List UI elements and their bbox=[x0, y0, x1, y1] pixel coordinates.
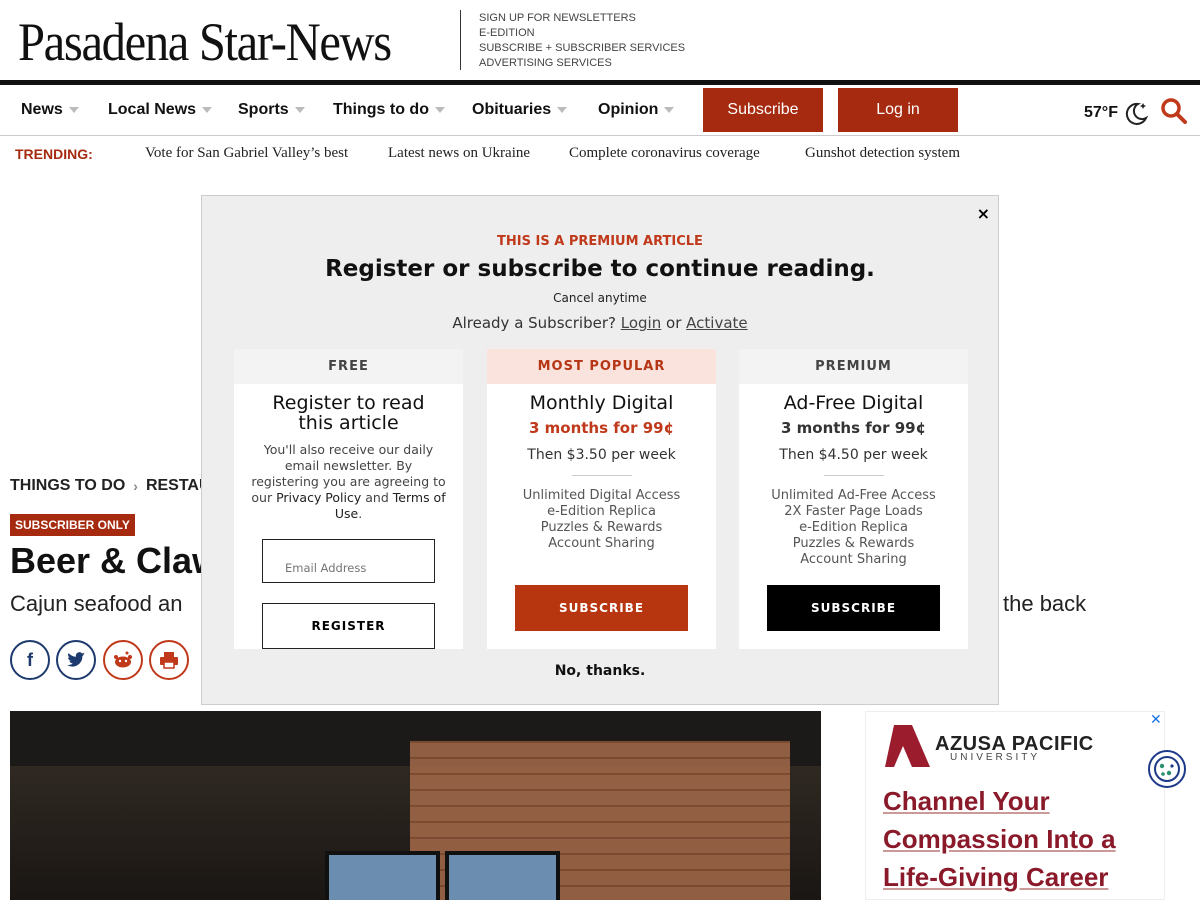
already-prefix: Already a Subscriber? bbox=[452, 314, 616, 332]
subscribe-monthly-button[interactable]: SUBSCRIBE bbox=[515, 585, 688, 631]
plan-divider bbox=[571, 475, 632, 476]
period: . bbox=[358, 506, 363, 521]
plan-head: FREE bbox=[234, 349, 463, 384]
plan-card-ad-free: PREMIUM Ad-Free Digital 3 months for 99¢… bbox=[739, 349, 968, 649]
and-text: and bbox=[365, 490, 389, 505]
plan-card-free: FREE Register to read this article You'l… bbox=[234, 349, 463, 649]
plan-deal: 3 months for 99¢ bbox=[528, 419, 675, 437]
plan-feature: Unlimited Digital Access bbox=[522, 488, 681, 503]
plan-title: Ad-Free Digital bbox=[783, 392, 924, 414]
privacy-policy-link[interactable]: Privacy Policy bbox=[276, 490, 361, 505]
or-text: or bbox=[666, 314, 682, 332]
plan-feature: e-Edition Replica bbox=[799, 520, 908, 535]
plan-head: MOST POPULAR bbox=[487, 349, 716, 384]
already-subscriber: Already a Subscriber? Login or Activate bbox=[202, 314, 998, 332]
login-link[interactable]: Login bbox=[621, 314, 661, 332]
plan-then: Then $3.50 per week bbox=[527, 447, 676, 463]
plan-title: Monthly Digital bbox=[529, 392, 674, 414]
cancel-anytime: Cancel anytime bbox=[553, 291, 647, 305]
plan-divider bbox=[823, 475, 884, 476]
plan-feature: 2X Faster Page Loads bbox=[784, 504, 923, 519]
register-button[interactable]: REGISTER bbox=[262, 603, 435, 649]
plan-title: Register to read this article bbox=[272, 392, 425, 434]
plan-feature: Unlimited Ad-Free Access bbox=[771, 488, 936, 503]
close-icon[interactable]: × bbox=[977, 204, 990, 223]
paywall-modal: × THIS IS A PREMIUM ARTICLE Register or … bbox=[201, 195, 999, 705]
subscribe-premium-button[interactable]: SUBSCRIBE bbox=[767, 585, 940, 631]
plan-feature: Puzzles & Rewards bbox=[540, 520, 663, 535]
plan-head: PREMIUM bbox=[739, 349, 968, 384]
premium-label: THIS IS A PREMIUM ARTICLE bbox=[497, 234, 703, 249]
plan-feature: e-Edition Replica bbox=[547, 504, 656, 519]
plan-feature: Account Sharing bbox=[800, 552, 907, 567]
register-disclaimer: You'll also receive our daily email news… bbox=[234, 442, 463, 522]
plan-card-monthly-digital: MOST POPULAR Monthly Digital 3 months fo… bbox=[487, 349, 716, 649]
no-thanks-button[interactable]: No, thanks. bbox=[202, 663, 998, 679]
email-field[interactable] bbox=[262, 539, 435, 583]
modal-title: Register or subscribe to continue readin… bbox=[325, 256, 875, 282]
activate-link[interactable]: Activate bbox=[686, 314, 747, 332]
plan-then: Then $4.50 per week bbox=[779, 447, 928, 463]
plan-deal: 3 months for 99¢ bbox=[780, 419, 927, 437]
plan-feature: Puzzles & Rewards bbox=[792, 536, 915, 551]
plan-feature: Account Sharing bbox=[548, 536, 655, 551]
